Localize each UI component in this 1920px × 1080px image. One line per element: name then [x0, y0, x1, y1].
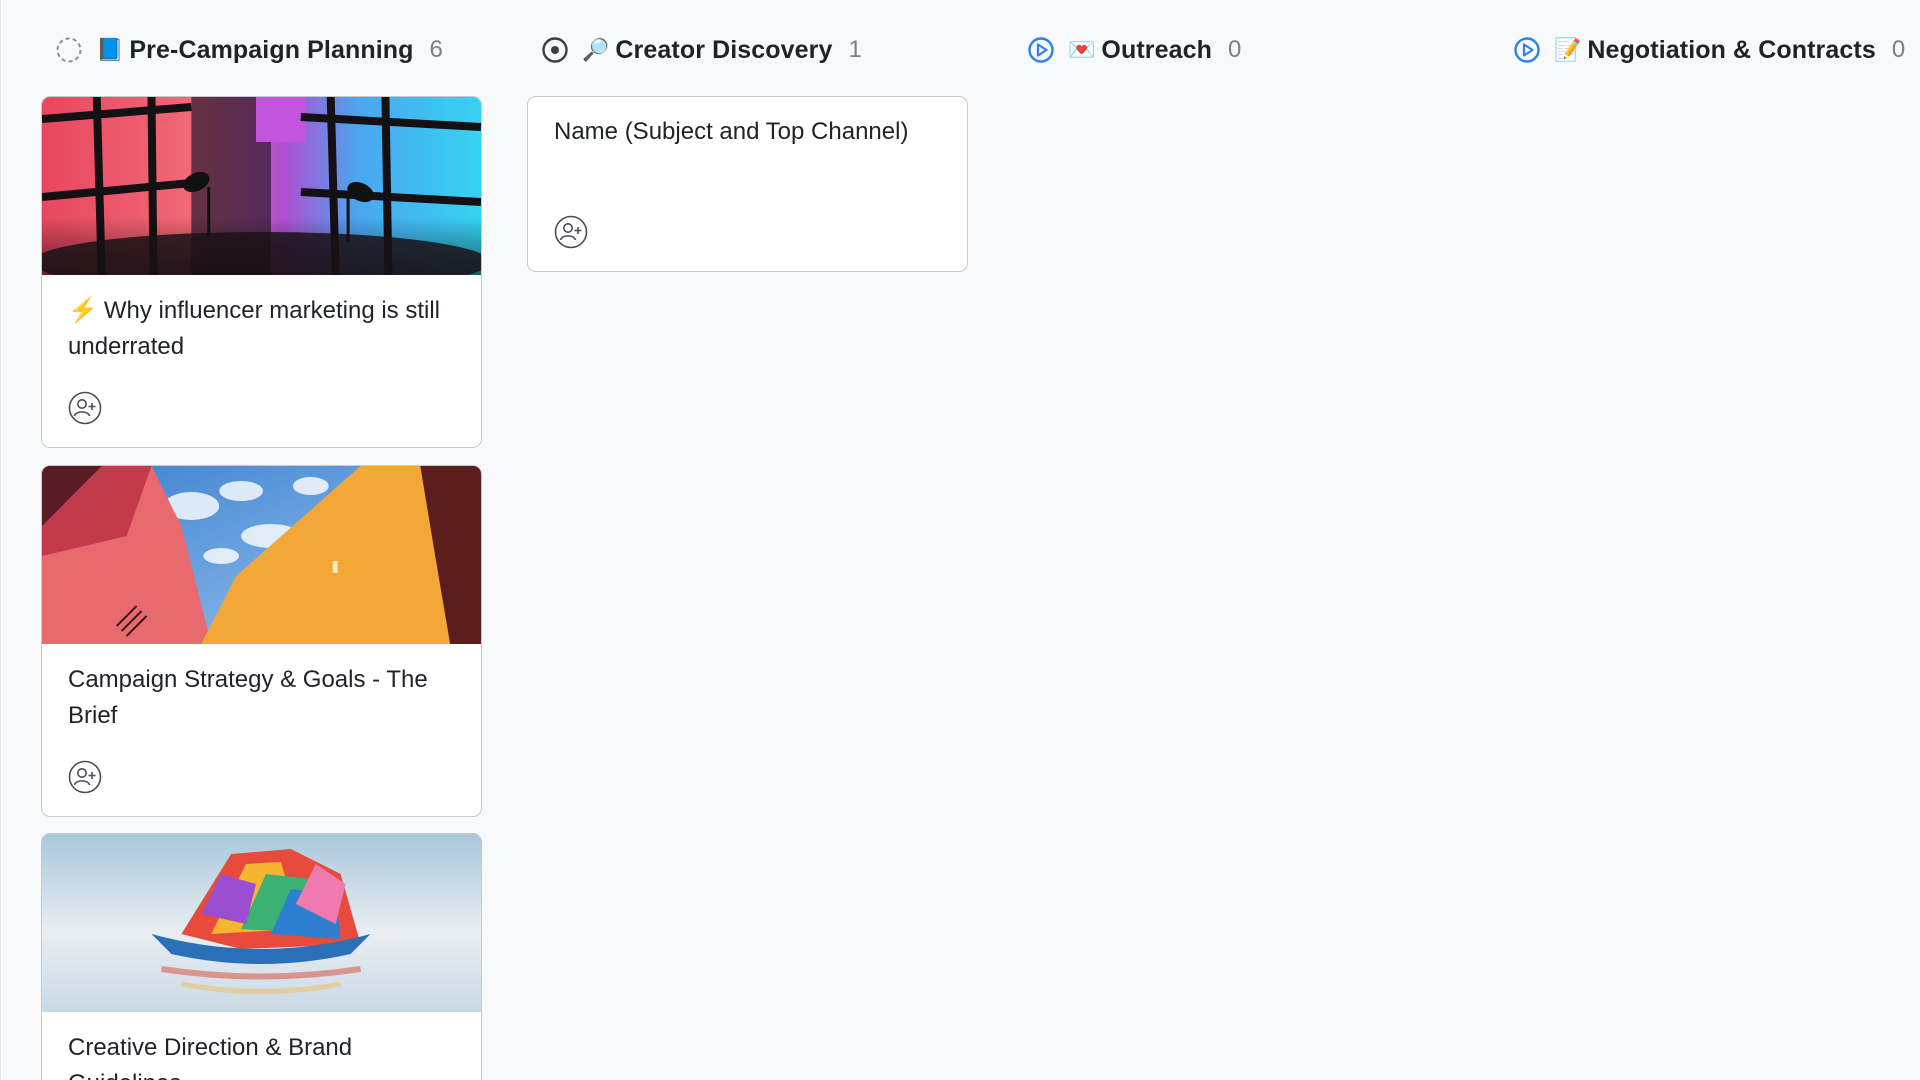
column-header-pre-campaign-planning[interactable]: 📘 Pre-Campaign Planning 6 [54, 30, 443, 70]
column-emoji: 📝 [1554, 37, 1582, 62]
card-title: Name (Subject and Top Channel) [554, 118, 909, 145]
column-header-creator-discovery[interactable]: 🔎 Creator Discovery 1 [540, 30, 862, 70]
colorful-buildings-image [42, 466, 481, 644]
add-assignee-icon[interactable] [68, 760, 102, 794]
play-circle-icon [1514, 37, 1540, 63]
card-title: Creative Direction & Brand Guidelines [68, 1034, 353, 1080]
column-count: 0 [1891, 36, 1906, 63]
column-emoji: 🔎 [582, 37, 610, 62]
card-why-influencer-marketing[interactable]: ⚡ Why influencer marketing is still under… [41, 96, 482, 448]
card-title-text: Why influencer marketing is still underr… [68, 297, 440, 360]
column-title: Negotiation & Contracts [1587, 35, 1876, 64]
lightning-icon: ⚡ [68, 297, 98, 324]
podcast-studio-image [42, 97, 481, 275]
column-header-negotiation-contracts[interactable]: 📝 Negotiation & Contracts 0 [1512, 30, 1905, 70]
card-creative-direction[interactable]: Creative Direction & Brand Guidelines [41, 833, 482, 1080]
card-name-subject-top-channel[interactable]: Name (Subject and Top Channel) [527, 96, 968, 272]
add-assignee-icon[interactable] [68, 391, 102, 425]
target-circle-icon [542, 37, 568, 63]
column-count: 6 [429, 36, 443, 63]
column-header-outreach[interactable]: 💌 Outreach 0 [1026, 30, 1241, 70]
rainbow-boat-image [42, 834, 481, 1012]
card-campaign-strategy[interactable]: Campaign Strategy & Goals - The Brief [41, 465, 482, 817]
column-emoji: 💌 [1068, 37, 1096, 62]
card-title: Campaign Strategy & Goals - The Brief [68, 666, 428, 729]
board-left-border [0, 0, 1, 1080]
add-assignee-icon[interactable] [554, 215, 588, 249]
kanban-board: 📘 Pre-Campaign Planning 6 🔎 Creator Disc… [0, 0, 1920, 1080]
column-count: 0 [1227, 36, 1242, 63]
column-count: 1 [848, 36, 862, 63]
dashed-circle-icon [56, 37, 82, 63]
column-title: Creator Discovery [615, 35, 833, 64]
card-title: ⚡ Why influencer marketing is still under… [42, 293, 481, 365]
play-circle-icon [1028, 37, 1054, 63]
column-emoji: 📘 [96, 37, 124, 62]
column-title: Pre-Campaign Planning [129, 35, 414, 64]
column-title: Outreach [1101, 35, 1212, 64]
